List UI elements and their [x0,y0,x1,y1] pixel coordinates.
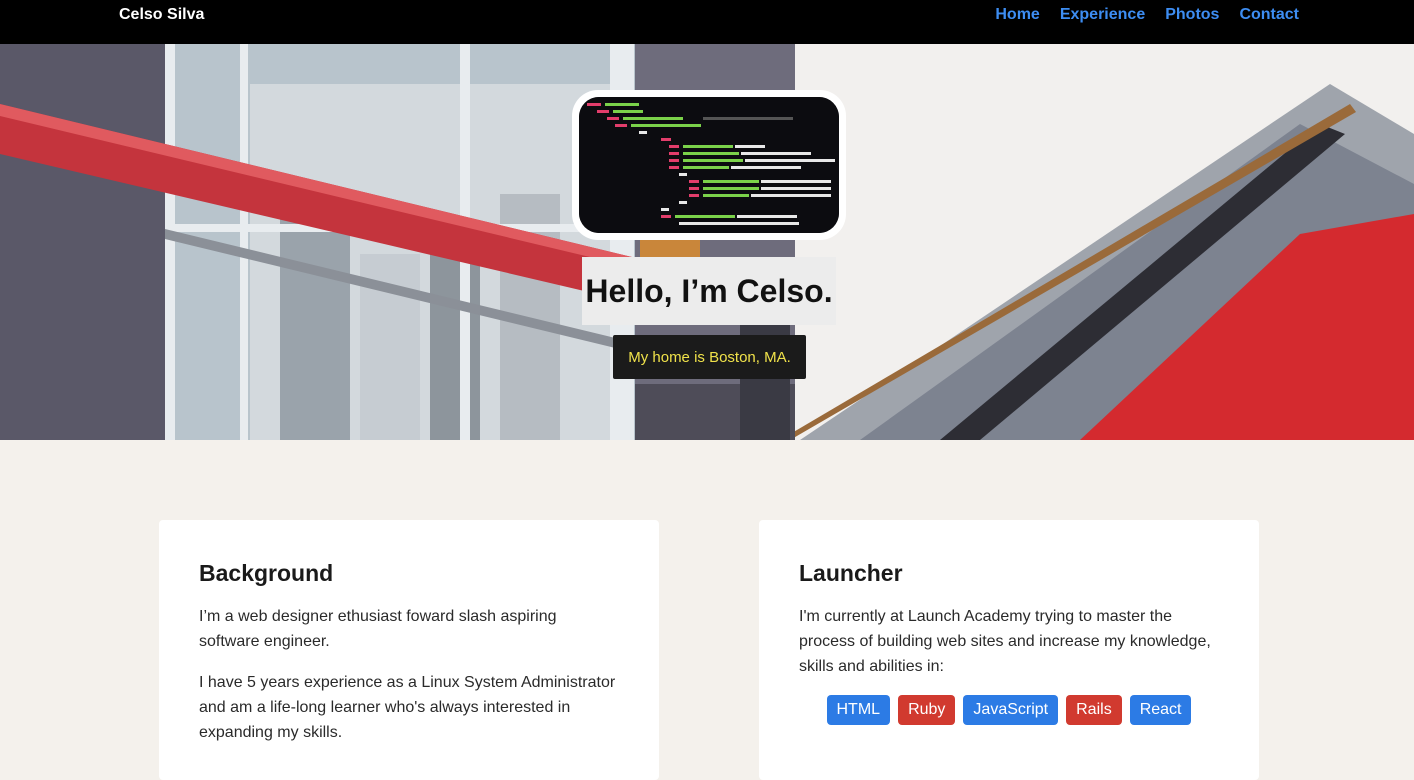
top-navbar: Celso Silva Home Experience Photos Conta… [0,0,1414,44]
background-heading: Background [199,560,334,586]
launcher-card: Launcher I'm currently at Launch Academy… [759,520,1259,780]
skill-tag-html: HTML [826,695,891,725]
background-paragraph-2: I have 5 years experience as a Linux Sys… [199,674,616,741]
skill-tags: HTML Ruby JavaScript Rails React [799,695,1219,725]
nav-photos-link[interactable]: Photos [1165,6,1219,24]
launcher-paragraph: I'm currently at Launch Academy trying t… [799,608,1211,675]
background-card: Background I’m a web designer ethusiast … [159,520,659,780]
code-lines-graphic [579,97,839,233]
hero-section: Hello, I’m Celso. My home is Boston, MA. [0,44,1414,440]
avatar-frame [572,90,846,240]
hero-title-box: Hello, I’m Celso. [582,257,836,325]
brand-link[interactable]: Celso Silva [119,6,204,24]
hero-content: Hello, I’m Celso. My home is Boston, MA. [0,44,1414,440]
skill-tag-rails: Rails [1066,695,1122,725]
hero-title: Hello, I’m Celso. [585,272,833,309]
background-paragraph-1: I’m a web designer ethusiast foward slas… [199,608,557,650]
hero-subtitle: My home is Boston, MA. [628,348,791,366]
nav-contact-link[interactable]: Contact [1239,6,1299,24]
launcher-heading: Launcher [799,560,903,586]
nav-home-link[interactable]: Home [995,6,1039,24]
skill-tag-javascript: JavaScript [963,695,1059,725]
code-screenshot-image [579,97,839,233]
skill-tag-ruby: Ruby [898,695,956,725]
nav-links: Home Experience Photos Contact [995,6,1299,24]
hero-subtitle-box: My home is Boston, MA. [613,335,806,379]
nav-experience-link[interactable]: Experience [1060,6,1145,24]
skill-tag-react: React [1129,695,1192,725]
